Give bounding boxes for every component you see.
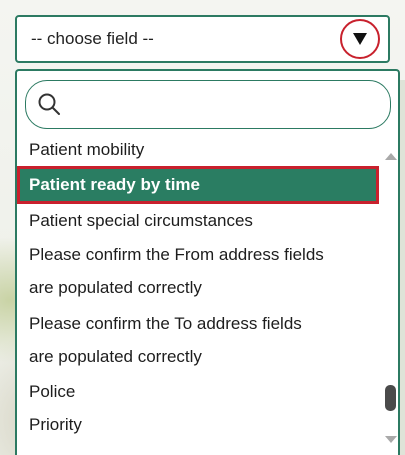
search-box[interactable] <box>25 80 391 129</box>
triangle-down-icon <box>353 33 367 45</box>
option-confirm-from-address[interactable]: Please confirm the From address fields a… <box>17 237 379 306</box>
option-confirm-to-address[interactable]: Please confirm the To address fields are… <box>17 306 379 375</box>
option-police[interactable]: Police <box>17 375 379 408</box>
option-patient-ready-by-time[interactable]: Patient ready by time <box>17 166 379 204</box>
scroll-down-arrow-icon[interactable] <box>385 436 397 443</box>
field-select[interactable]: -- choose field -- <box>15 15 390 63</box>
select-value: -- choose field -- <box>31 29 154 48</box>
option-priority[interactable]: Priority <box>17 408 379 441</box>
option-patient-special-circumstances[interactable]: Patient special circumstances <box>17 204 379 237</box>
option-line: are populated correctly <box>29 347 202 366</box>
dropdown-panel: Patient mobility Patient ready by time P… <box>15 69 400 455</box>
option-line: Please confirm the To address fields <box>29 314 302 333</box>
option-line: Please confirm the From address fields <box>29 245 324 264</box>
search-icon <box>36 91 64 124</box>
scrollbar-thumb[interactable] <box>385 385 396 411</box>
option-list: Patient mobility Patient ready by time P… <box>17 133 379 441</box>
search-input[interactable] <box>70 87 378 121</box>
dropdown-scrollbar[interactable] <box>381 133 398 455</box>
scroll-up-arrow-icon[interactable] <box>385 153 397 160</box>
option-patient-mobility[interactable]: Patient mobility <box>17 133 379 166</box>
dropdown-arrow-highlight[interactable] <box>340 19 380 59</box>
option-line: are populated correctly <box>29 278 202 297</box>
